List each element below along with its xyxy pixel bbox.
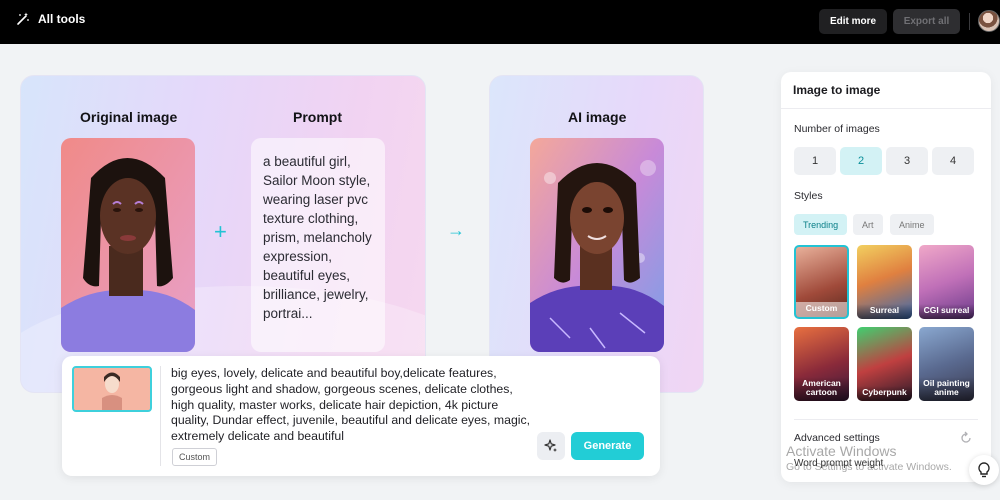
plus-icon: + [214, 219, 227, 244]
style-tab-art[interactable]: Art [853, 214, 883, 235]
magic-wand-icon [17, 12, 29, 25]
all-tools-label: All tools [38, 12, 86, 26]
prompt-panel: big eyes, lovely, delicate and beautiful… [62, 356, 660, 476]
original-image-title: Original image [80, 109, 178, 125]
style-tab-trending[interactable]: Trending [794, 214, 848, 235]
prompt-preview: a beautiful girl, Sailor Moon style, wea… [251, 138, 385, 352]
advanced-divider [794, 419, 978, 420]
settings-panel: Image to image Number of images 1 2 3 4 … [781, 72, 991, 482]
input-card: Original image Prompt + a beautiful girl… [20, 75, 426, 393]
arrow-right-icon: → [447, 220, 465, 240]
style-label: American cartoon [794, 377, 849, 401]
style-label: Oil painting anime [919, 377, 974, 401]
num-images-option-4[interactable]: 4 [932, 147, 974, 175]
style-tab-anime[interactable]: Anime [890, 214, 934, 235]
top-bar: All tools Edit more Export all [0, 0, 1000, 44]
style-label: Custom [796, 302, 847, 317]
help-button[interactable] [969, 455, 999, 485]
ai-image-title: AI image [568, 109, 627, 125]
lightbulb-icon [978, 462, 990, 478]
style-tag: Custom [172, 448, 218, 466]
number-of-images-label: Number of images [794, 123, 880, 135]
edit-more-button[interactable]: Edit more [819, 9, 887, 34]
style-label: Surreal [857, 304, 912, 319]
prompt-input[interactable]: big eyes, lovely, delicate and beautiful… [171, 366, 536, 445]
panel-divider [781, 108, 991, 109]
sparkle-icon [544, 439, 557, 452]
panel-title: Image to image [793, 83, 881, 97]
style-label: CGI surreal [919, 304, 974, 319]
reference-thumbnail[interactable] [72, 366, 152, 412]
prompt-title: Prompt [293, 109, 342, 125]
style-custom[interactable]: Custom [794, 245, 849, 319]
style-oil-painting-anime[interactable]: Oil painting anime [919, 327, 974, 401]
all-tools-button[interactable]: All tools [16, 12, 85, 26]
style-surreal[interactable]: Surreal [857, 245, 912, 319]
num-images-option-1[interactable]: 1 [794, 147, 836, 175]
style-cgi-surreal[interactable]: CGI surreal [919, 245, 974, 319]
activate-windows-watermark: Activate Windows [786, 443, 897, 459]
original-image [61, 138, 195, 352]
topbar-divider [969, 13, 970, 30]
style-label: Cyberpunk [857, 386, 912, 401]
generate-button[interactable]: Generate [571, 432, 644, 460]
style-cyberpunk[interactable]: Cyberpunk [857, 327, 912, 401]
panel-divider [160, 366, 161, 466]
export-all-button[interactable]: Export all [893, 9, 960, 34]
activate-windows-subtext: Go to Settings to activate Windows. [786, 461, 952, 473]
num-images-option-3[interactable]: 3 [886, 147, 928, 175]
reset-icon[interactable] [959, 431, 973, 445]
styles-label: Styles [794, 190, 823, 202]
avatar[interactable] [978, 10, 1000, 32]
ai-image[interactable] [530, 138, 664, 352]
output-card: AI image [489, 75, 704, 393]
num-images-option-2[interactable]: 2 [840, 147, 882, 175]
enhance-prompt-button[interactable] [537, 432, 565, 460]
style-american-cartoon[interactable]: American cartoon [794, 327, 849, 401]
